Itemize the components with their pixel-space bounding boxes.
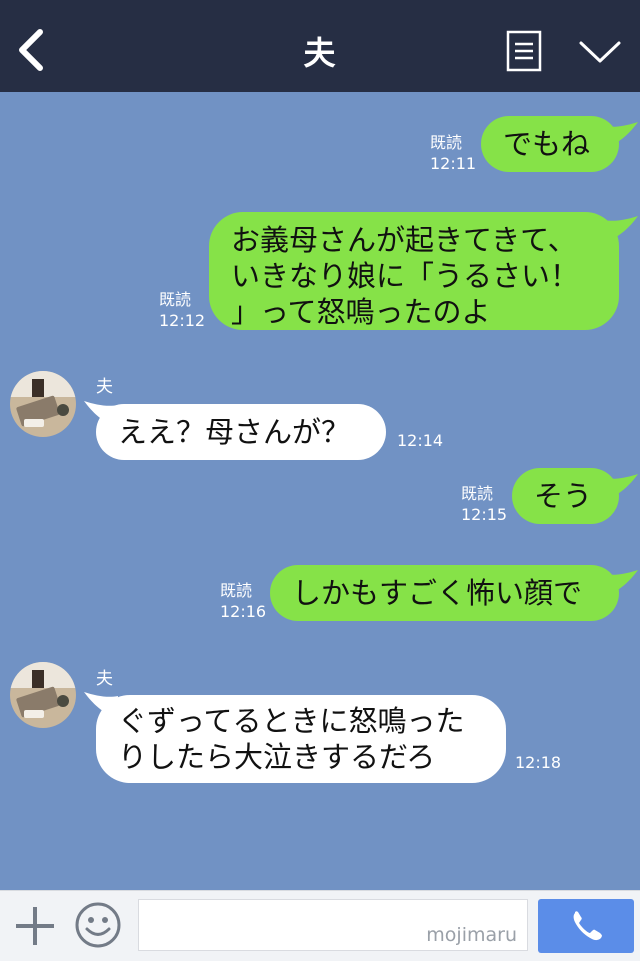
- message-bubble-outgoing[interactable]: お義母さんが起きてきて、 いきなり娘に「うるさい！ 」って怒鳴ったのよ: [209, 212, 619, 330]
- message-line: いきなり娘に「うるさい！: [231, 259, 580, 293]
- message-line: しかもすごく怖い顔で: [292, 576, 583, 610]
- chat-header: 夫: [0, 0, 640, 92]
- chat-title: 夫: [303, 34, 337, 72]
- avatar-photo: [10, 662, 76, 728]
- input-bar: mojimaru: [0, 890, 640, 961]
- message-bubble-outgoing[interactable]: しかもすごく怖い顔で: [270, 565, 619, 621]
- collapse-button[interactable]: [578, 38, 622, 66]
- message-meta: 既読 12:16: [220, 580, 266, 622]
- message-line: ええ？母さんが？: [118, 415, 351, 449]
- message-line: りしたら大泣きするだろ: [118, 740, 436, 774]
- timestamp: 12:14: [397, 431, 444, 450]
- timestamp: 12:12: [159, 311, 206, 330]
- message-bubble-outgoing[interactable]: でもね: [481, 116, 619, 172]
- plus-icon: [16, 907, 54, 945]
- read-receipt: 既読: [220, 581, 253, 600]
- contact-avatar[interactable]: [10, 662, 76, 728]
- call-button[interactable]: [538, 899, 634, 953]
- add-button[interactable]: [14, 905, 56, 947]
- list-menu-icon: [506, 30, 542, 72]
- message-meta: 既読 12:12: [159, 289, 205, 331]
- chat-area[interactable]: 既読 12:11 でもね 既読 12:12 お義母さんが起きてきて、 いきなり娘…: [0, 92, 640, 890]
- message-line: お義母さんが起きてきて、: [231, 223, 577, 257]
- smiley-icon: [75, 902, 121, 948]
- contact-avatar[interactable]: [10, 371, 76, 437]
- read-receipt: 既読: [461, 484, 494, 503]
- timestamp: 12:15: [461, 505, 508, 524]
- message-bubble-outgoing[interactable]: そう: [512, 468, 619, 524]
- timestamp: 12:18: [515, 753, 562, 772]
- sender-name: 夫: [96, 377, 113, 397]
- phone-icon: [573, 911, 602, 941]
- avatar-photo: [10, 371, 76, 437]
- message-meta: 既読 12:15: [461, 483, 507, 525]
- sticker-button[interactable]: [74, 901, 122, 949]
- timestamp: 12:11: [430, 154, 477, 173]
- chevron-down-icon: [579, 41, 621, 63]
- read-receipt: 既読: [430, 133, 463, 152]
- message-meta: 既読 12:11: [430, 132, 476, 174]
- message-line: でもね: [503, 127, 591, 161]
- read-receipt: 既読: [159, 290, 192, 309]
- timestamp: 12:16: [220, 602, 267, 621]
- message-line: ぐずってるときに怒鳴った: [118, 704, 465, 738]
- sender-name: 夫: [96, 669, 113, 689]
- watermark: mojimaru: [426, 924, 517, 946]
- message-bubble-incoming[interactable]: ぐずってるときに怒鳴った りしたら大泣きするだろ: [96, 695, 506, 783]
- menu-button[interactable]: [506, 30, 542, 72]
- message-line: そう: [534, 479, 593, 513]
- message-bubble-incoming[interactable]: ええ？母さんが？: [96, 404, 386, 460]
- message-line: 」って怒鳴ったのよ: [231, 295, 491, 329]
- message-input[interactable]: mojimaru: [138, 899, 528, 951]
